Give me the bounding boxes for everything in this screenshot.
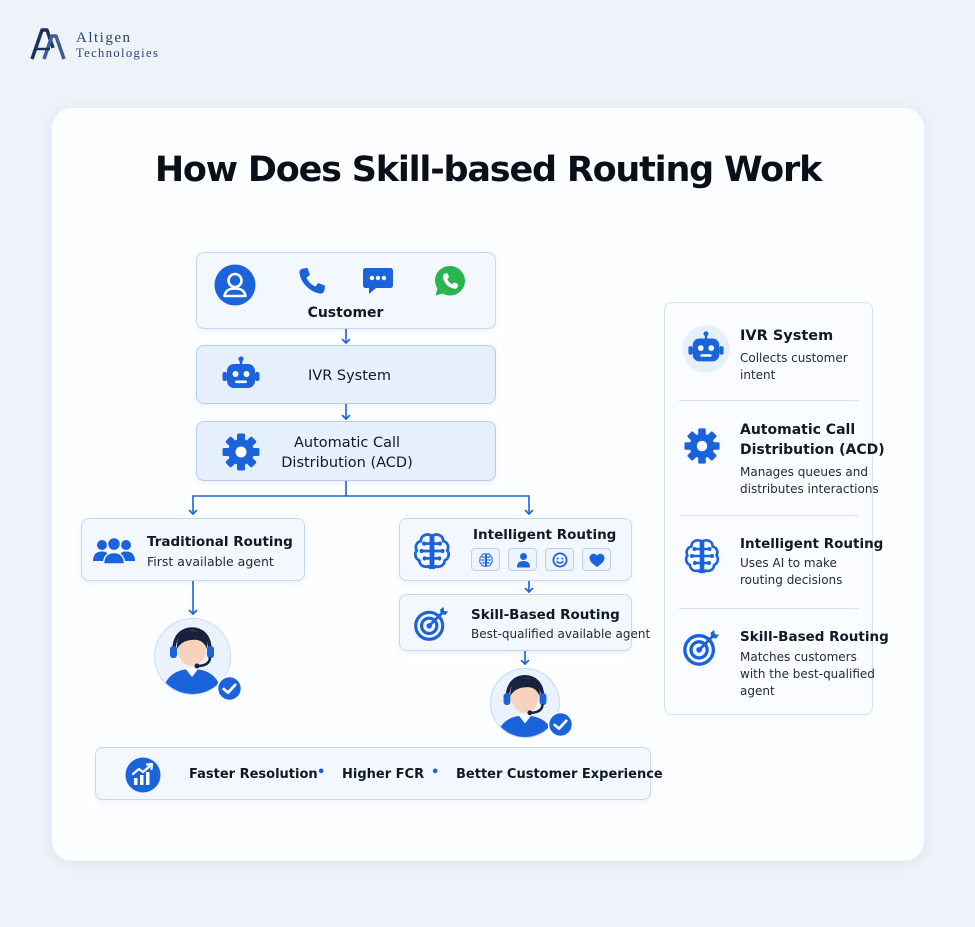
- whatsapp-icon: [435, 266, 465, 296]
- user-icon: [214, 264, 256, 306]
- heart-icon: [589, 553, 605, 567]
- legend-intelligent-title: Intelligent Routing: [740, 536, 884, 552]
- ai-chip-brain: [471, 548, 500, 571]
- outcome-better-customer-experience: Better Customer Experience: [456, 767, 663, 782]
- acd-label-line2: Distribution (ACD): [281, 455, 413, 471]
- legend-acd-desc-line1: Manages queues and: [740, 465, 868, 479]
- brain-icon: [682, 536, 722, 576]
- ai-chip-smile: [545, 548, 574, 571]
- legend-skill-title: Skill-Based Routing: [740, 629, 889, 645]
- target-icon: [682, 629, 720, 667]
- acd-label-line1: Automatic Call: [293, 435, 401, 451]
- legend-divider: [679, 608, 858, 609]
- traditional-routing-node: Traditional Routing First available agen…: [81, 518, 305, 581]
- legend-skill-desc-line3: agent: [740, 684, 775, 698]
- traditional-routing-subtitle: First available agent: [147, 554, 274, 569]
- acd-node: Automatic Call Distribution (ACD): [196, 421, 496, 481]
- legend-skill-desc-line2: with the best-qualified: [740, 667, 875, 681]
- skill-based-routing-subtitle: Best-qualified available agent: [471, 627, 651, 641]
- ai-chip-heart: [582, 548, 611, 571]
- customer-label: Customer: [307, 305, 384, 321]
- skill-based-routing-node: Skill-Based Routing Best-qualified avail…: [399, 594, 650, 651]
- outcome-separator: •: [431, 765, 440, 780]
- legend-panel: IVR System Collects customer intent Auto…: [664, 302, 889, 715]
- brain-icon: [478, 552, 494, 568]
- legend-acd-title-line2: Distribution (ACD): [740, 442, 885, 458]
- ivr-node: IVR System: [196, 345, 496, 404]
- smile-icon: [552, 552, 568, 568]
- legend-divider: [679, 515, 858, 516]
- traditional-routing-title: Traditional Routing: [147, 534, 293, 550]
- intelligent-routing-title: Intelligent Routing: [473, 527, 617, 543]
- legend-acd-desc-line2: distributes interactions: [740, 482, 879, 496]
- team-icon: [93, 537, 135, 565]
- person-icon: [517, 553, 530, 568]
- outcome-higher-fcr: Higher FCR: [342, 767, 425, 782]
- outcomes-bar: Faster Resolution • Higher FCR • Better …: [95, 747, 663, 800]
- legend-skill-desc-line1: Matches customers: [740, 650, 857, 664]
- outcome-faster-resolution: Faster Resolution: [189, 767, 318, 782]
- phone-icon: [299, 268, 325, 294]
- robot-icon: [682, 325, 730, 373]
- ai-chip-person: [508, 548, 537, 571]
- brain-icon: [411, 530, 453, 572]
- legend-ivr-desc-line1: Collects customer: [740, 351, 848, 365]
- customer-node: Customer: [196, 252, 496, 329]
- target-icon: [413, 606, 449, 642]
- legend-intelligent-desc-line1: Uses AI to make: [740, 556, 837, 570]
- gear-icon: [683, 427, 721, 465]
- legend-acd-title-line1: Automatic Call: [740, 422, 856, 438]
- ivr-label: IVR System: [308, 368, 391, 384]
- check-badge-icon: [548, 712, 573, 737]
- check-badge-icon: [217, 676, 242, 701]
- legend-divider: [679, 400, 858, 401]
- growth-chart-icon: [125, 757, 161, 793]
- chat-icon: [363, 268, 393, 294]
- intelligent-routing-node: Intelligent Routing: [399, 518, 632, 581]
- legend-ivr-desc-line2: intent: [740, 368, 776, 382]
- outcome-separator: •: [317, 765, 326, 780]
- legend-intelligent-desc-line2: routing decisions: [740, 573, 843, 587]
- legend-ivr-title: IVR System: [740, 328, 834, 344]
- skill-based-routing-title: Skill-Based Routing: [471, 607, 620, 623]
